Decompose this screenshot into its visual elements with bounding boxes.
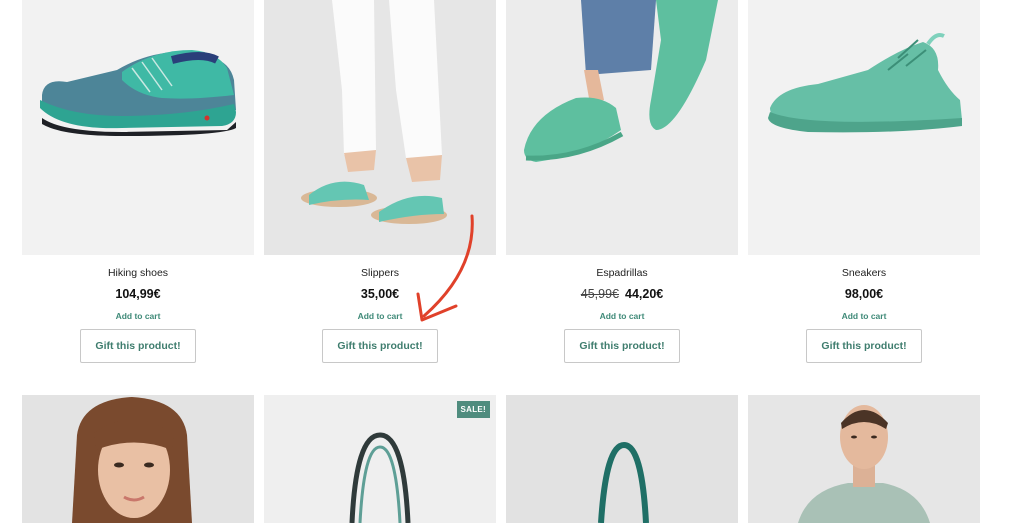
product-card: Hiking shoes 104,99€ Add to cart Gift th… (22, 0, 254, 363)
product-image[interactable] (22, 395, 254, 523)
hiking-shoe-image (40, 50, 236, 136)
product-price-value: 104,99€ (115, 287, 161, 301)
product-price-value: 44,20€ (625, 287, 664, 301)
man-portrait-image (798, 405, 930, 523)
product-name[interactable]: Espadrillas (506, 267, 738, 279)
product-price: 98,00€ (748, 287, 980, 301)
product-image[interactable] (748, 0, 980, 255)
product-image[interactable] (506, 395, 738, 523)
product-name[interactable]: Sneakers (748, 267, 980, 279)
add-to-cart-link[interactable]: Add to cart (748, 311, 980, 321)
sale-badge: SALE! (456, 401, 490, 418)
add-to-cart-link[interactable]: Add to cart (506, 311, 738, 321)
product-image[interactable] (506, 0, 738, 255)
product-card: Sneakers 98,00€ Add to cart Gift this pr… (748, 0, 980, 363)
product-card (506, 395, 738, 523)
gift-product-button[interactable]: Gift this product! (564, 329, 680, 363)
product-image[interactable]: SALE! (264, 395, 496, 523)
add-to-cart-link[interactable]: Add to cart (22, 311, 254, 321)
product-price: 45,99€ 44,20€ (506, 287, 738, 301)
product-grid: Hiking shoes 104,99€ Add to cart Gift th… (0, 0, 1024, 523)
product-card: Espadrillas 45,99€ 44,20€ Add to cart Gif… (506, 0, 738, 363)
product-price-value: 98,00€ (844, 287, 884, 301)
gift-product-button[interactable]: Gift this product! (322, 329, 438, 363)
gift-product-button[interactable]: Gift this product! (80, 329, 196, 363)
gift-product-button[interactable]: Gift this product! (806, 329, 922, 363)
sneaker-image (768, 33, 962, 133)
product-price-value: 35,00€ (360, 287, 400, 301)
product-name[interactable]: Hiking shoes (22, 267, 254, 279)
product-image[interactable] (748, 395, 980, 523)
espadrilles-image (506, 0, 738, 255)
product-image[interactable] (22, 0, 254, 255)
product-card (748, 395, 980, 523)
product-card (22, 395, 254, 523)
product-old-price: 45,99€ (580, 287, 619, 301)
tote-bag-image (598, 441, 649, 523)
annotation-arrow-icon (416, 214, 474, 322)
product-card: SALE! (264, 395, 496, 523)
product-price: 104,99€ (22, 287, 254, 301)
woman-portrait-image (72, 397, 192, 523)
